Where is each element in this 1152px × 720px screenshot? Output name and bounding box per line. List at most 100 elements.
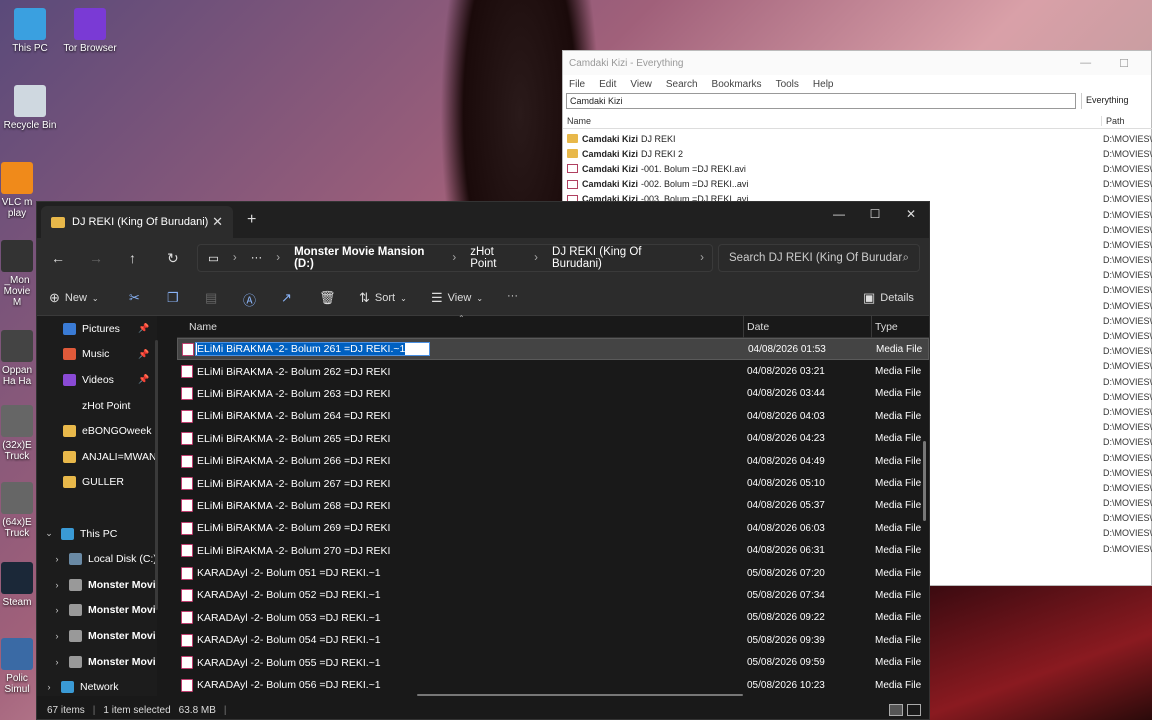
- tab-active[interactable]: DJ REKI (King Of Burudani) ✕: [41, 206, 233, 238]
- maximize-icon[interactable]: ☐: [857, 202, 893, 226]
- more-options-icon[interactable]: ···: [507, 290, 518, 302]
- file-row[interactable]: ELiMi BiRAKMA -2- Bolum 266 =DJ REKI 04/0…: [177, 450, 929, 472]
- desktop-icon[interactable]: _Mon Movie M: [0, 240, 34, 308]
- horizontal-scrollbar[interactable]: [417, 694, 743, 696]
- breadcrumb-folder[interactable]: zHot Point: [470, 246, 520, 270]
- file-row[interactable]: KARADAyl -2- Bolum 053 =DJ REKI.~1 05/08/…: [177, 607, 929, 629]
- everything-result-row[interactable]: Camdaki Kizi -001. Bolum =DJ REKI.avi: [563, 161, 1152, 176]
- close-tab-icon[interactable]: ✕: [212, 214, 223, 230]
- file-row[interactable]: KARADAyl -2- Bolum 056 =DJ REKI.~1 05/08/…: [177, 674, 929, 696]
- breadcrumb-drive[interactable]: Monster Movie Mansion (D:): [294, 246, 438, 270]
- file-row[interactable]: ELiMi BiRAKMA -2- Bolum 267 =DJ REKI 04/0…: [177, 472, 929, 494]
- sidebar-item[interactable]: › Monster Movi: [37, 623, 157, 649]
- pin-icon[interactable]: 📌: [138, 374, 149, 385]
- everything-col-path[interactable]: Path: [1101, 116, 1125, 126]
- sidebar-item[interactable]: ⌄ This PC: [37, 521, 157, 547]
- col-type[interactable]: Type: [875, 321, 898, 333]
- chevron-right-icon[interactable]: ›: [51, 605, 63, 615]
- vertical-scrollbar[interactable]: [923, 441, 926, 521]
- desktop-icon[interactable]: Steam: [0, 562, 34, 608]
- back-icon[interactable]: ←: [51, 250, 65, 266]
- cut-icon[interactable]: ✂: [129, 290, 140, 306]
- chevron-right-icon[interactable]: ›: [51, 554, 63, 564]
- col-date[interactable]: Date: [747, 321, 769, 333]
- forward-icon[interactable]: →: [89, 250, 103, 266]
- everything-menu-item[interactable]: View: [630, 79, 652, 90]
- more-crumbs-icon[interactable]: ···: [251, 252, 263, 264]
- everything-menu-item[interactable]: Help: [813, 79, 834, 90]
- sort-button[interactable]: ⇅ Sort ⌄: [359, 290, 407, 306]
- desktop-icon[interactable]: (32x)E Truck: [0, 405, 34, 462]
- everything-filter-select[interactable]: Everything: [1081, 93, 1152, 109]
- file-row[interactable]: ELiMi BiRAKMA -2- Bolum 268 =DJ REKI 04/0…: [177, 495, 929, 517]
- everything-result-row[interactable]: Camdaki Kizi DJ REKI 2: [563, 146, 1152, 161]
- file-row[interactable]: ELiMi BiRAKMA -2- Bolum 262 =DJ REKI 04/0…: [177, 360, 929, 382]
- sidebar-item[interactable]: eBONGOweek: [37, 418, 157, 444]
- file-row[interactable]: ELiMi BiRAKMA -2- Bolum 270 =DJ REKI 04/0…: [177, 540, 929, 562]
- desktop-icon[interactable]: Recycle Bin: [0, 85, 60, 131]
- share-icon[interactable]: ↗: [281, 290, 292, 306]
- new-button[interactable]: ⊕ New ⌄: [49, 290, 99, 306]
- file-row[interactable]: ELiMi BiRAKMA -2- Bolum 265 =DJ REKI 04/0…: [177, 428, 929, 450]
- view-button[interactable]: ☰ View ⌄: [431, 290, 483, 306]
- desktop-icon[interactable]: This PC: [0, 8, 60, 54]
- delete-icon[interactable]: 🗑: [319, 290, 336, 306]
- everything-menu-item[interactable]: Tools: [776, 79, 799, 90]
- file-row[interactable]: ELiMi BiRAKMA -2- Bolum 263 =DJ REKI 04/0…: [177, 383, 929, 405]
- sidebar-scrollbar[interactable]: [155, 340, 158, 610]
- everything-col-name[interactable]: Name: [567, 116, 591, 126]
- rename-input[interactable]: ELiMi BiRAKMA -2- Bolum 261 =DJ REKI.~1: [195, 342, 431, 357]
- chevron-right-icon[interactable]: ›: [43, 682, 55, 692]
- everything-result-row[interactable]: Camdaki Kizi DJ REKI: [563, 131, 1152, 146]
- desktop-icon[interactable]: VLC m play: [0, 162, 34, 219]
- refresh-icon[interactable]: ↻: [167, 250, 179, 267]
- sidebar-item[interactable]: › Local Disk (C:): [37, 546, 157, 572]
- desktop-icon[interactable]: Oppan Ha Ha: [0, 330, 34, 387]
- new-tab-icon[interactable]: +: [247, 211, 256, 229]
- file-row[interactable]: ELiMi BiRAKMA -2- Bolum 269 =DJ REKI 04/0…: [177, 517, 929, 539]
- sidebar-item[interactable]: zHot Point: [37, 393, 157, 419]
- desktop-icon[interactable]: Tor Browser: [60, 8, 120, 54]
- minimize-icon[interactable]: —: [1080, 57, 1091, 70]
- rename-icon[interactable]: Ⓐ: [243, 290, 256, 309]
- sidebar-item[interactable]: GULLER: [37, 470, 157, 496]
- minimize-icon[interactable]: —: [821, 202, 857, 226]
- file-row[interactable]: KARADAyl -2- Bolum 054 =DJ REKI.~1 05/08/…: [177, 629, 929, 651]
- navigation-pane[interactable]: Pictures 📌 Music 📌 Videos 📌 zHot Point eBONGOwe…: [37, 316, 157, 696]
- copy-icon[interactable]: ❐: [167, 290, 179, 306]
- chevron-right-icon[interactable]: ›: [700, 252, 704, 264]
- breadcrumb[interactable]: ▭ › ··· › Monster Movie Mansion (D:) › z…: [197, 244, 713, 272]
- search-input[interactable]: Search DJ REKI (King Of Burudar ⌕: [718, 244, 920, 272]
- everything-menu-item[interactable]: Bookmarks: [712, 79, 762, 90]
- maximize-icon[interactable]: ☐: [1119, 57, 1129, 70]
- up-icon[interactable]: ↑: [129, 250, 136, 266]
- chevron-down-icon[interactable]: ⌄: [43, 528, 55, 539]
- everything-menu-item[interactable]: File: [569, 79, 585, 90]
- pin-icon[interactable]: 📌: [138, 323, 149, 334]
- details-button[interactable]: ▣ Details: [863, 290, 914, 306]
- details-view-icon[interactable]: [889, 704, 903, 716]
- pin-icon[interactable]: 📌: [138, 349, 149, 360]
- file-row[interactable]: KARADAyl -2- Bolum 055 =DJ REKI.~1 05/08/…: [177, 651, 929, 673]
- everything-search-input[interactable]: Camdaki Kizi: [566, 93, 1076, 109]
- desktop-icon[interactable]: Polic Simul: [0, 638, 34, 695]
- sidebar-item[interactable]: › Monster Movi: [37, 572, 157, 598]
- paste-icon[interactable]: ▤: [205, 290, 217, 306]
- sidebar-item[interactable]: Videos 📌: [37, 367, 157, 393]
- file-row[interactable]: ELiMi BiRAKMA -2- Bolum 261 =DJ REKI.~1 0…: [177, 338, 929, 361]
- sidebar-item[interactable]: › Monster Movi: [37, 649, 157, 675]
- file-row[interactable]: ELiMi BiRAKMA -2- Bolum 264 =DJ REKI 04/0…: [177, 405, 929, 427]
- file-list[interactable]: Name ⌃ Date Type ELiMi BiRAKMA -2- Bolum…: [177, 314, 929, 696]
- everything-result-row[interactable]: Camdaki Kizi -002. Bolum =DJ REKI..avi: [563, 177, 1152, 192]
- sidebar-item[interactable]: Pictures 📌: [37, 316, 157, 342]
- chevron-right-icon[interactable]: ›: [51, 631, 63, 641]
- everything-menu-item[interactable]: Edit: [599, 79, 616, 90]
- chevron-right-icon[interactable]: ›: [51, 657, 63, 667]
- sidebar-item[interactable]: › Network: [37, 674, 157, 696]
- breadcrumb-current[interactable]: DJ REKI (King Of Burudani): [552, 246, 686, 270]
- col-name[interactable]: Name: [189, 321, 217, 333]
- chevron-right-icon[interactable]: ›: [51, 580, 63, 590]
- file-row[interactable]: KARADAyl -2- Bolum 052 =DJ REKI.~1 05/08/…: [177, 584, 929, 606]
- explorer-window[interactable]: DJ REKI (King Of Burudani) ✕ + — ☐ ✕ ← →…: [36, 201, 930, 720]
- sidebar-item[interactable]: Music 📌: [37, 342, 157, 368]
